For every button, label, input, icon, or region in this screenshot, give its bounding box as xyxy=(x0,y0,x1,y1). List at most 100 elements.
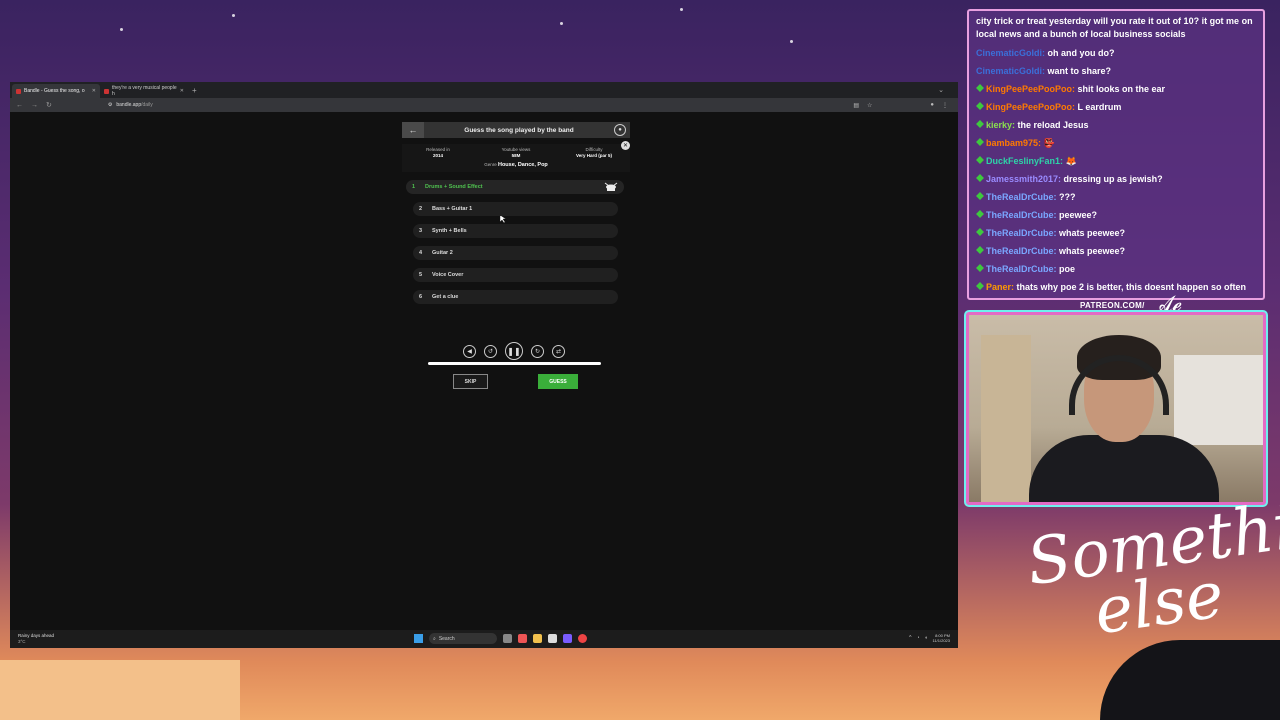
weather-widget[interactable]: Rainy days ahead 3°C xyxy=(18,633,54,645)
chat-username[interactable]: kierky: xyxy=(986,120,1018,130)
clue-number: 2 xyxy=(419,206,423,212)
search-placeholder: Search xyxy=(438,635,455,642)
chat-username[interactable]: TheRealDrCube: xyxy=(986,264,1059,274)
back-arrow-icon[interactable]: ← xyxy=(16,102,23,109)
chat-message: CinematicGoldi: oh and you do? xyxy=(976,44,1256,62)
previous-icon[interactable]: ◀ xyxy=(463,344,476,358)
rewind-icon[interactable]: ↺ xyxy=(484,344,497,358)
chat-message: TheRealDrCube: peewee? xyxy=(976,206,1256,224)
star xyxy=(120,28,123,31)
released-value: 2014 xyxy=(432,153,443,158)
clue-label: Drums + Sound Effect xyxy=(425,184,483,190)
new-tab-icon[interactable]: + xyxy=(192,86,197,95)
chat-text: poe xyxy=(1059,264,1076,274)
chat-message: KingPeePeePooPoo: shit looks on the ear xyxy=(976,80,1256,98)
reader-mode-icon[interactable]: ▤ xyxy=(853,102,859,109)
back-button[interactable]: ← xyxy=(402,122,424,138)
youtube-favicon-icon xyxy=(104,88,109,94)
clue-item-6[interactable]: 6 Get a clue xyxy=(413,290,618,304)
chat-username[interactable]: KingPeePeePooPoo: xyxy=(986,84,1078,94)
chat-message: bambam975: 👺 xyxy=(976,134,1256,152)
forward-arrow-icon[interactable]: → xyxy=(31,102,38,109)
playback-progress-bar[interactable] xyxy=(428,362,601,365)
network-icon[interactable]: ◔ xyxy=(916,635,919,641)
chat-text: ??? xyxy=(1059,192,1076,202)
menu-icon[interactable]: ⋮ xyxy=(942,102,948,109)
clue-label: Guitar 2 xyxy=(432,250,453,256)
discord-icon[interactable] xyxy=(563,634,572,643)
url-field[interactable]: ⚙ bandle.app/daily xyxy=(108,102,153,108)
volume-icon[interactable]: ◖ xyxy=(924,635,927,641)
subscriber-badge-icon xyxy=(976,174,984,182)
chat-text: oh and you do? xyxy=(1047,48,1115,58)
taskbar-apps: ⌕ Search xyxy=(414,633,587,644)
streamer-shirt xyxy=(1029,435,1219,502)
chat-username[interactable]: Paner: xyxy=(986,282,1017,292)
clue-number: 1 xyxy=(412,184,416,190)
subscriber-badge-icon xyxy=(976,228,984,236)
shuffle-icon[interactable]: ⇄ xyxy=(552,344,565,358)
tab-search-chevron-icon[interactable]: ⌄ xyxy=(938,86,958,94)
clue-item-3[interactable]: 3 Synth + Bells xyxy=(413,224,618,238)
page-content: ← Guess the song played by the band ● Re… xyxy=(10,112,958,630)
chat-text: L eardrum xyxy=(1077,102,1122,112)
extensions-icon[interactable]: ● xyxy=(930,102,934,109)
clue-item-5[interactable]: 5 Voice Cover xyxy=(413,268,618,282)
tab-bandle[interactable]: Bandle - Guess the song, o ✕ xyxy=(12,84,100,98)
chrome-icon[interactable] xyxy=(518,634,527,643)
genre-value: House, Dance, Pop xyxy=(497,162,548,168)
tab-title: Bandle - Guess the song, o xyxy=(24,88,85,94)
pause-icon[interactable]: ❚❚ xyxy=(505,342,523,360)
close-icon[interactable]: ✕ xyxy=(621,141,630,150)
windows-start-icon[interactable] xyxy=(414,634,423,643)
door xyxy=(981,335,1031,502)
chat-username[interactable]: TheRealDrCube: xyxy=(986,192,1059,202)
mouse-cursor-icon xyxy=(500,215,506,223)
clue-number: 6 xyxy=(419,294,423,300)
guess-button[interactable]: GUESS xyxy=(538,374,578,389)
chat-text: the reload Jesus xyxy=(1017,120,1089,130)
chat-username[interactable]: CinematicGoldi: xyxy=(976,66,1048,76)
clue-item-2[interactable]: 2 Bass + Guitar 1 xyxy=(413,202,618,216)
tab-youtube[interactable]: they're a very musical people h ✕ xyxy=(100,84,188,98)
close-tab-icon[interactable]: ✕ xyxy=(180,88,184,94)
chat-username[interactable]: TheRealDrCube: xyxy=(986,228,1059,238)
sand-shape xyxy=(0,660,240,720)
system-tray: ^ ◔ ◖ 8:00 PM 11/1/2023 xyxy=(909,633,950,643)
patreon-url: PATREON.COM/ xyxy=(1080,301,1145,310)
file-explorer-icon[interactable] xyxy=(533,634,542,643)
task-view-icon[interactable] xyxy=(503,634,512,643)
chat-username[interactable]: CinematicGoldi: xyxy=(976,48,1048,58)
obs-icon[interactable] xyxy=(578,634,587,643)
close-tab-icon[interactable]: ✕ xyxy=(92,88,96,94)
address-bar: ← → ↻ ⚙ bandle.app/daily ▤ ☆ ● ⋮ xyxy=(10,98,958,112)
chat-username[interactable]: Jamessmith2017: xyxy=(986,174,1064,184)
chat-username[interactable]: TheRealDrCube: xyxy=(986,246,1059,256)
chat-text: thats why poe 2 is better, this doesnt h… xyxy=(1016,282,1247,292)
skip-button[interactable]: SKIP xyxy=(453,374,488,389)
reload-icon[interactable]: ↻ xyxy=(46,101,52,109)
chat-username[interactable]: KingPeePeePooPoo: xyxy=(986,102,1078,112)
chevron-up-icon[interactable]: ^ xyxy=(909,635,911,641)
chat-username[interactable]: DuckFeslinyFan1: xyxy=(986,156,1066,166)
search-icon: ⌕ xyxy=(433,635,436,642)
chat-message: TheRealDrCube: whats peewee? xyxy=(976,242,1256,260)
clue-item-4[interactable]: 4 Guitar 2 xyxy=(413,246,618,260)
clock[interactable]: 8:00 PM 11/1/2023 xyxy=(933,633,951,643)
genre-label: Genre xyxy=(484,162,497,167)
game-header: ← Guess the song played by the band ● xyxy=(402,122,630,138)
store-icon[interactable] xyxy=(548,634,557,643)
site-info-icon[interactable]: ⚙ xyxy=(108,102,112,108)
clue-item-1[interactable]: 1 Drums + Sound Effect xyxy=(406,180,624,194)
chat-username[interactable]: bambam975: xyxy=(986,138,1044,148)
taskbar-search[interactable]: ⌕ Search xyxy=(429,633,497,644)
views-info: Youtube views 58M xyxy=(486,147,546,159)
chat-message: TheRealDrCube: poe xyxy=(976,260,1256,278)
bookmark-star-icon[interactable]: ☆ xyxy=(867,102,872,109)
chat-username[interactable]: TheRealDrCube: xyxy=(986,210,1059,220)
user-icon[interactable]: ● xyxy=(614,124,626,136)
weather-temp: 3°C xyxy=(18,639,26,644)
chat-text: peewee? xyxy=(1059,210,1098,220)
star xyxy=(560,22,563,25)
forward-icon[interactable]: ↻ xyxy=(531,344,544,358)
